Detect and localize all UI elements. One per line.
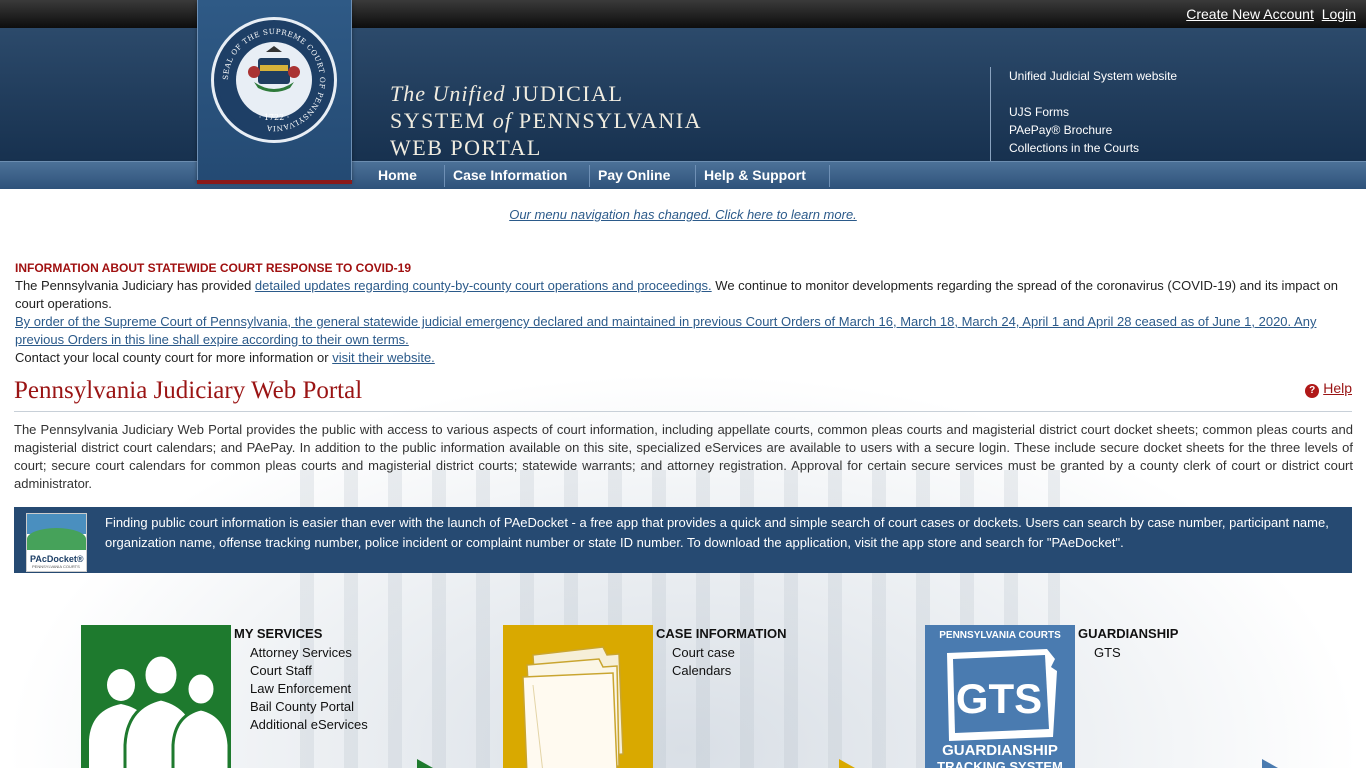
county-website-link[interactable]: visit their website. [332, 350, 435, 365]
list-item: Court Staff [250, 662, 368, 680]
ujs-forms-link[interactable]: UJS Forms [1009, 103, 1177, 121]
court-order-link[interactable]: By order of the Supreme Court of Pennsyl… [15, 314, 1316, 347]
nav-help-support[interactable]: Help & Support [696, 162, 806, 189]
my-services-list: Attorney Services Court Staff Law Enforc… [250, 644, 368, 734]
paepay-brochure-link[interactable]: PAePay® Brochure [1009, 121, 1177, 139]
nav-separator [829, 165, 830, 187]
gts-tile-icon[interactable]: PENNSYLVANIA COURTS GTS GUARDIANSHIP TRA… [925, 625, 1075, 768]
court-order-paragraph: By order of the Supreme Court of Pennsyl… [15, 313, 1345, 349]
law-enforcement-link[interactable]: Law Enforcement [250, 681, 351, 696]
my-services-arrow-icon[interactable] [417, 759, 433, 768]
contact-paragraph: Contact your local county court for more… [15, 350, 435, 365]
my-services-tile-icon[interactable] [81, 625, 231, 768]
quick-links-divider [990, 67, 991, 163]
guardianship-arrow-icon[interactable] [1262, 759, 1278, 768]
covid-heading: INFORMATION ABOUT STATEWIDE COURT RESPON… [15, 261, 412, 275]
nav-case-information[interactable]: Case Information [445, 162, 567, 189]
covid-notice: INFORMATION ABOUT STATEWIDE COURT RESPON… [15, 259, 1345, 367]
list-item: Law Enforcement [250, 680, 368, 698]
guardianship-heading: GUARDIANSHIP [1078, 626, 1179, 641]
paedocket-banner: PAcDocket® PENNSYLVANIA COURTS Finding p… [14, 507, 1352, 573]
svg-text:GUARDIANSHIP: GUARDIANSHIP [942, 742, 1058, 759]
seal-year: · 1722 · [259, 113, 290, 122]
help-icon: ? [1305, 384, 1320, 398]
account-links: Create New Account Login [1182, 6, 1356, 22]
svg-text:TRACKING SYSTEM: TRACKING SYSTEM [937, 759, 1063, 768]
title-divider [14, 411, 1352, 412]
create-account-link[interactable]: Create New Account [1186, 6, 1314, 22]
page-title: Pennsylvania Judiciary Web Portal [14, 377, 363, 404]
case-information-arrow-icon[interactable] [839, 759, 855, 768]
list-item: GTS [1094, 644, 1121, 662]
list-item: Additional eServices [250, 716, 368, 734]
list-item: Attorney Services [250, 644, 368, 662]
attorney-services-link[interactable]: Attorney Services [250, 645, 352, 660]
help-link[interactable]: Help [1323, 380, 1352, 396]
login-link[interactable]: Login [1322, 6, 1356, 22]
my-services-heading: MY SERVICES [234, 626, 323, 641]
help-control[interactable]: ? Help [1305, 380, 1352, 398]
main-content: Our menu navigation has changed. Click h… [0, 189, 1366, 768]
supreme-court-seal-icon: SEAL OF THE SUPREME COURT OF PENNSYLVANI… [211, 17, 337, 143]
bail-county-portal-link[interactable]: Bail County Portal [250, 699, 354, 714]
nav-home[interactable]: Home [370, 162, 417, 189]
collections-link[interactable]: Collections in the Courts [1009, 139, 1177, 157]
seal-ribbon[interactable]: SEAL OF THE SUPREME COURT OF PENNSYLVANI… [197, 0, 352, 184]
list-item: Calendars [672, 662, 735, 680]
additional-eservices-link[interactable]: Additional eServices [250, 717, 368, 732]
guardianship-list: GTS [1094, 644, 1121, 662]
intro-paragraph: The Pennsylvania Judiciary Web Portal pr… [14, 422, 1353, 491]
menu-change-note: Our menu navigation has changed. Click h… [0, 207, 1366, 222]
nav-pay-online[interactable]: Pay Online [590, 162, 670, 189]
menu-change-link[interactable]: Our menu navigation has changed. Click h… [509, 207, 857, 222]
site-title[interactable]: The Unified JUDICIAL SYSTEM of PENNSYLVA… [390, 80, 702, 161]
case-information-list: Court case Calendars [672, 644, 735, 680]
case-information-heading: CASE INFORMATION [656, 626, 787, 641]
svg-text:GTS: GTS [956, 675, 1042, 722]
paedocket-logo-icon[interactable]: PAcDocket® PENNSYLVANIA COURTS [26, 513, 87, 572]
svg-text:PENNSYLVANIA COURTS: PENNSYLVANIA COURTS [939, 630, 1061, 641]
gts-link[interactable]: GTS [1094, 645, 1121, 660]
case-folder-tile-icon[interactable] [503, 625, 653, 768]
quick-links: Unified Judicial System website UJS Form… [990, 67, 1177, 175]
county-updates-link[interactable]: detailed updates regarding county-by-cou… [255, 278, 712, 293]
calendars-link[interactable]: Calendars [672, 663, 731, 678]
court-case-link[interactable]: Court case [672, 645, 735, 660]
covid-paragraph: The Pennsylvania Judiciary has provided … [15, 278, 1338, 311]
ujs-website-link[interactable]: Unified Judicial System website [1009, 67, 1177, 85]
court-staff-link[interactable]: Court Staff [250, 663, 312, 678]
list-item: Bail County Portal [250, 698, 368, 716]
list-item: Court case [672, 644, 735, 662]
paedocket-banner-text: Finding public court information is easi… [105, 515, 1329, 550]
